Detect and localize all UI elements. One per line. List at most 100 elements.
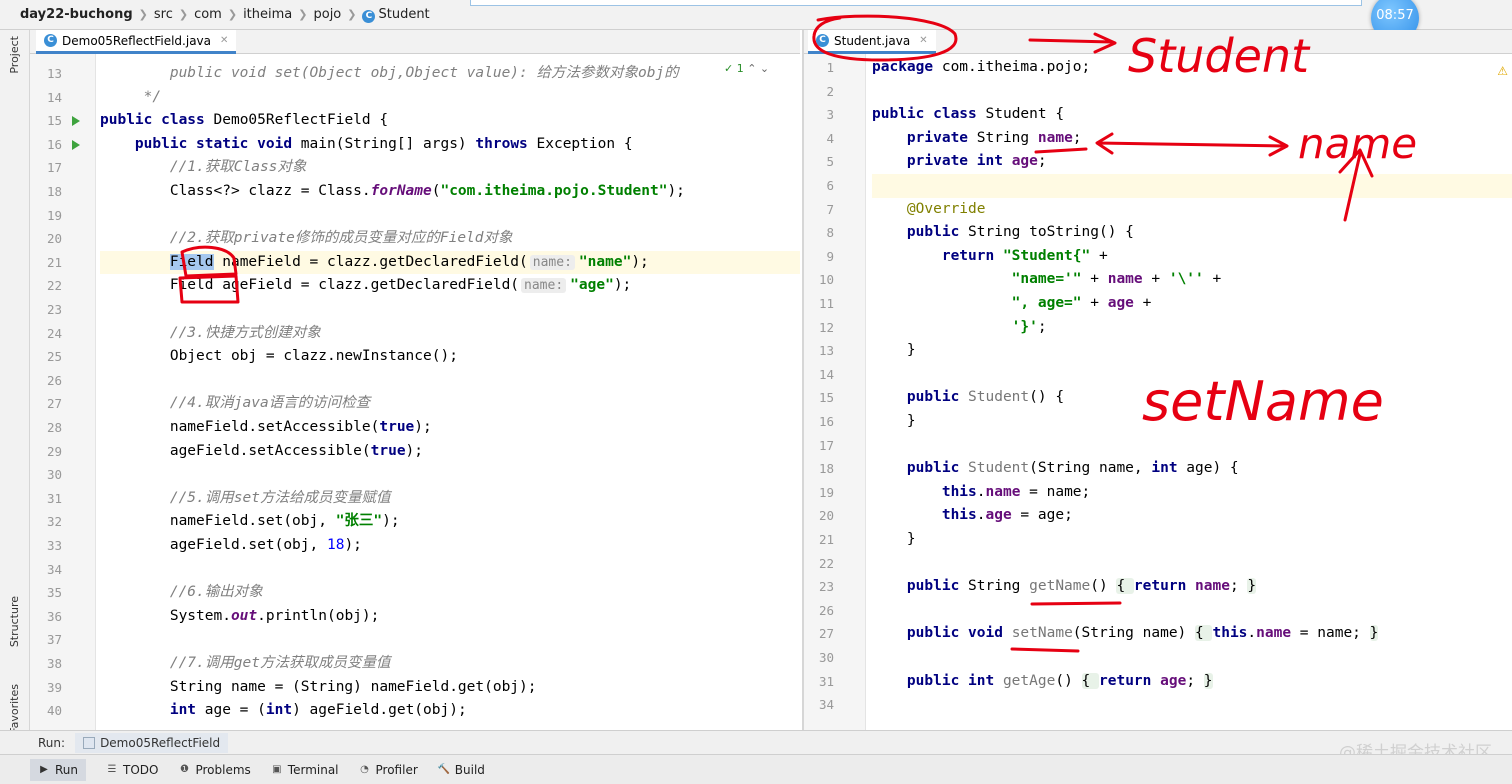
breadcrumb-class[interactable]: C Student bbox=[362, 7, 430, 23]
code-line[interactable] bbox=[872, 434, 1512, 458]
code-token: nameField.setAccessible( bbox=[100, 419, 380, 435]
right-code-area[interactable]: package com.itheima.pojo; public class St… bbox=[872, 54, 1512, 730]
breadcrumb-com[interactable]: com bbox=[194, 7, 222, 22]
code-line[interactable] bbox=[872, 174, 1512, 198]
code-line[interactable]: } bbox=[872, 528, 1512, 552]
code-token: setName bbox=[1011, 625, 1073, 642]
build-tool-button[interactable]: 🔨 Build bbox=[438, 763, 485, 777]
code-line[interactable]: Object obj = clazz.newInstance(); bbox=[100, 345, 800, 369]
code-line[interactable]: ageField.set(obj, 18); bbox=[100, 534, 800, 558]
code-line[interactable]: public static void main(String[] args) t… bbox=[100, 133, 800, 157]
code-line[interactable]: } bbox=[872, 339, 1512, 363]
line-number: 22 bbox=[46, 278, 62, 294]
code-line[interactable]: //6.输出对象 bbox=[100, 581, 800, 605]
run-tool-button[interactable]: ▶ Run bbox=[30, 758, 87, 781]
problems-tool-label: Problems bbox=[195, 762, 251, 777]
code-token: + bbox=[1142, 271, 1169, 288]
code-line[interactable]: //2.获取private修饰的成员变量对应的Field对象 bbox=[100, 227, 800, 251]
code-line[interactable] bbox=[100, 628, 800, 652]
problems-tool-button[interactable]: ❶ Problems bbox=[178, 762, 251, 777]
code-line[interactable]: //1.获取Class对象 bbox=[100, 156, 800, 180]
code-line[interactable] bbox=[872, 646, 1512, 670]
code-line[interactable]: package com.itheima.pojo; bbox=[872, 56, 1512, 80]
code-token: } bbox=[1203, 672, 1213, 689]
breadcrumb-separator: ❯ bbox=[347, 8, 357, 21]
code-line[interactable] bbox=[872, 599, 1512, 623]
left-gutter: 13 14 15 16 17 18 19 20 21 22 23 24 25 26 27 28 29 30 31 32… bbox=[30, 54, 96, 730]
code-line[interactable] bbox=[872, 80, 1512, 104]
breadcrumb-pojo[interactable]: pojo bbox=[313, 7, 341, 22]
code-line[interactable] bbox=[872, 363, 1512, 387]
close-icon[interactable]: ✕ bbox=[919, 35, 927, 46]
inspection-widget[interactable]: ✓ 1 ⌃ ⌄ bbox=[724, 62, 769, 75]
project-tool-tab[interactable]: Project bbox=[8, 36, 21, 74]
left-code-area[interactable]: public void set(Object obj,Object value)… bbox=[100, 54, 800, 730]
code-line[interactable]: public class Student { bbox=[872, 103, 1512, 127]
code-line[interactable]: ageField.setAccessible(true); bbox=[100, 440, 800, 464]
code-line[interactable]: this.age = age; bbox=[872, 504, 1512, 528]
code-line[interactable]: int age = (int) ageField.get(obj); bbox=[100, 699, 800, 723]
code-line[interactable]: public int getAge() { return age; } bbox=[872, 670, 1512, 694]
code-line[interactable]: public void setName(String name) { this.… bbox=[872, 622, 1512, 646]
code-line[interactable] bbox=[872, 552, 1512, 576]
code-line[interactable]: //4.取消java语言的访问检查 bbox=[100, 392, 800, 416]
todo-tool-button[interactable]: ☰ TODO bbox=[106, 763, 159, 777]
breadcrumb-itheima[interactable]: itheima bbox=[243, 7, 292, 22]
code-line[interactable]: public String getName() { return name; } bbox=[872, 575, 1512, 599]
code-line[interactable] bbox=[100, 558, 800, 582]
code-line[interactable]: } bbox=[872, 410, 1512, 434]
terminal-tool-button[interactable]: ▣ Terminal bbox=[271, 763, 338, 777]
code-line[interactable]: //3.快捷方式创建对象 bbox=[100, 322, 800, 346]
code-line[interactable]: nameField.set(obj, "张三"); bbox=[100, 510, 800, 534]
code-token: age bbox=[1011, 153, 1038, 170]
code-line[interactable]: public Student(String name, int age) { bbox=[872, 457, 1512, 481]
code-line[interactable]: System.out.println(obj); bbox=[100, 605, 800, 629]
run-gutter-icon[interactable] bbox=[72, 139, 80, 150]
close-icon[interactable]: ✕ bbox=[220, 35, 228, 46]
line-number: 13 bbox=[818, 343, 834, 359]
code-line[interactable]: Field ageField = clazz.getDeclaredField(… bbox=[100, 274, 800, 298]
breadcrumb-src[interactable]: src bbox=[154, 7, 173, 22]
code-line[interactable]: */ bbox=[100, 86, 800, 110]
code-line[interactable]: ", age=" + age + bbox=[872, 292, 1512, 316]
code-token: "name='" bbox=[872, 271, 1082, 288]
run-gutter-icon[interactable] bbox=[72, 116, 80, 127]
line-number: 3 bbox=[826, 107, 834, 123]
code-token: "age" bbox=[570, 277, 614, 294]
code-line[interactable]: public Student() { bbox=[872, 386, 1512, 410]
code-line[interactable]: //5.调用set方法给成员变量赋值 bbox=[100, 487, 800, 511]
code-line[interactable]: '}'; bbox=[872, 316, 1512, 340]
breadcrumb-project[interactable]: day22-buchong bbox=[20, 7, 133, 22]
code-line[interactable] bbox=[100, 369, 800, 393]
code-line[interactable]: public String toString() { bbox=[872, 221, 1512, 245]
code-line[interactable]: this.name = name; bbox=[872, 481, 1512, 505]
code-line[interactable] bbox=[100, 204, 800, 228]
warning-icon[interactable]: ⚠ bbox=[1497, 64, 1508, 78]
structure-tool-tab[interactable]: Structure bbox=[8, 596, 21, 647]
line-number: 17 bbox=[46, 160, 62, 176]
code-line[interactable]: //7.调用get方法获取成员变量值 bbox=[100, 652, 800, 676]
code-token: throws bbox=[475, 135, 537, 152]
code-token: ", age=" bbox=[872, 295, 1082, 311]
tab-demo05reflectfield[interactable]: C Demo05ReflectField.java ✕ bbox=[36, 30, 237, 54]
code-line[interactable]: "name='" + name + '\'' + bbox=[872, 268, 1512, 292]
code-line[interactable] bbox=[872, 693, 1512, 717]
code-line[interactable] bbox=[100, 298, 800, 322]
code-line[interactable]: @Override bbox=[872, 198, 1512, 222]
code-line[interactable]: nameField.setAccessible(true); bbox=[100, 416, 800, 440]
code-line[interactable]: public class Demo05ReflectField { bbox=[100, 109, 800, 133]
code-line[interactable]: Class<?> clazz = Class.forName("com.ithe… bbox=[100, 180, 800, 204]
breadcrumb-separator: ❯ bbox=[298, 8, 308, 21]
code-line[interactable]: return "Student{" + bbox=[872, 245, 1512, 269]
code-line[interactable]: public void set(Object obj,Object value)… bbox=[100, 62, 800, 86]
favorites-tool-tab[interactable]: Favorites bbox=[8, 684, 21, 734]
code-line[interactable]: String name = (String) nameField.get(obj… bbox=[100, 676, 800, 700]
tab-student[interactable]: C Student.java ✕ bbox=[808, 30, 936, 54]
tab-label: Student.java bbox=[834, 33, 911, 48]
code-line[interactable]: private String name; bbox=[872, 127, 1512, 151]
code-line[interactable] bbox=[100, 463, 800, 487]
profiler-tool-button[interactable]: ◔ Profiler bbox=[359, 763, 418, 777]
code-line[interactable]: Field nameField = clazz.getDeclaredField… bbox=[100, 250, 800, 275]
run-config-tab[interactable]: Demo05ReflectField bbox=[75, 732, 229, 753]
code-line[interactable]: private int age; bbox=[872, 150, 1512, 174]
